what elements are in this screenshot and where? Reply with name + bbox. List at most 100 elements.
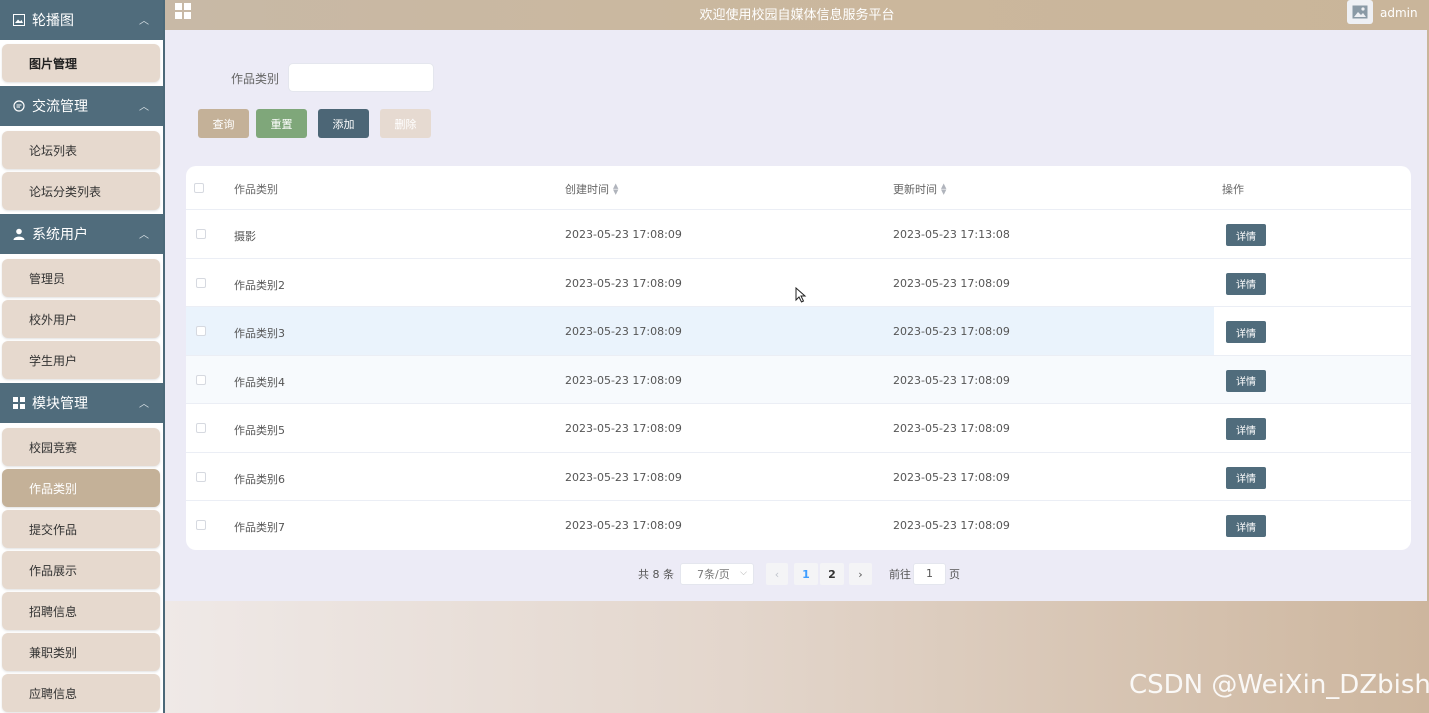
cell-category: 摄影	[234, 230, 256, 243]
add-button[interactable]: 添加	[318, 109, 369, 138]
cell-updated: 2023-05-23 17:08:09	[893, 422, 1010, 435]
menu-item-label: 论坛列表	[29, 143, 78, 158]
cell-category: 作品类别2	[234, 278, 285, 292]
menu-item-label: 管理员	[29, 271, 66, 286]
detail-button[interactable]: 详情	[1226, 272, 1266, 295]
detail-button[interactable]: 详情	[1226, 369, 1266, 392]
chevron-up-icon: ︿	[139, 230, 149, 241]
cell-category: 作品类别3	[234, 327, 285, 340]
menu-item-label: 招聘信息	[29, 604, 78, 619]
menu-item-external-users[interactable]: 校外用户	[2, 300, 160, 338]
chevron-up-icon: ︿	[139, 16, 149, 27]
detail-button[interactable]: 详情	[1226, 418, 1266, 440]
menu-item-label: 学生用户	[29, 353, 78, 368]
username[interactable]: admin	[1380, 6, 1418, 20]
menu-item-campus-competition[interactable]: 校园竞赛	[2, 428, 160, 466]
delete-button[interactable]: 删除	[380, 109, 431, 138]
menu-item-admin[interactable]: 管理员	[2, 259, 160, 297]
menu-item-label: 校外用户	[29, 312, 78, 327]
page-1-button[interactable]: 1	[794, 563, 818, 585]
detail-button[interactable]: 详情	[1226, 224, 1266, 246]
column-header-category: 作品类别	[234, 181, 278, 197]
cell-created: 2023-05-23 17:08:09	[565, 422, 682, 435]
cell-created: 2023-05-23 17:08:09	[565, 325, 682, 338]
page-2-button[interactable]: 2	[820, 563, 844, 585]
query-button[interactable]: 查询	[198, 109, 249, 138]
page-size-select[interactable]: 7条/页 ⌵	[680, 563, 754, 585]
menu-item-part-time-category[interactable]: 兼职类别	[2, 633, 160, 671]
menu-group-label: 系统用户	[32, 227, 88, 243]
menu-item-application-info[interactable]: 应聘信息	[2, 674, 160, 712]
cell-created: 2023-05-23 17:08:09	[565, 228, 682, 241]
column-header-label: 更新时间	[893, 183, 937, 196]
cell-category: 作品类别4	[234, 375, 285, 389]
goto-label: 前往	[889, 568, 911, 581]
menu-item-recruitment-info[interactable]: 招聘信息	[2, 592, 160, 630]
sort-icon[interactable]: ▲ ▼	[613, 183, 618, 196]
reset-button[interactable]: 重置	[256, 109, 307, 138]
chevron-up-icon: ︿	[139, 102, 149, 113]
cell-category: 作品类别7	[234, 521, 285, 534]
cell-updated: 2023-05-23 17:08:09	[893, 470, 1010, 484]
table-row[interactable]: 作品类别6 2023-05-23 17:08:09 2023-05-23 17:…	[186, 453, 1411, 501]
sort-icon[interactable]: ▲ ▼	[941, 183, 946, 196]
column-header-label: 操作	[1222, 183, 1244, 196]
row-checkbox[interactable]	[196, 374, 206, 385]
menu-group-carousel[interactable]: 轮播图 ︿	[0, 0, 163, 40]
menu-item-image-management[interactable]: 图片管理	[2, 44, 160, 82]
row-checkbox[interactable]	[196, 471, 206, 482]
menu-group-label: 轮播图	[32, 13, 74, 29]
prev-page-button[interactable]: ‹	[766, 563, 788, 585]
menu-item-label: 校园竞赛	[29, 440, 78, 455]
row-checkbox[interactable]	[196, 520, 206, 530]
menu-item-student-users[interactable]: 学生用户	[2, 341, 160, 379]
detail-button[interactable]: 详情	[1226, 466, 1266, 489]
column-header-label: 创建时间	[565, 183, 609, 196]
column-header-updated[interactable]: 更新时间 ▲ ▼	[893, 181, 946, 197]
menu-item-label: 图片管理	[29, 56, 78, 71]
cell-updated: 2023-05-23 17:13:08	[893, 228, 1010, 241]
detail-button[interactable]: 详情	[1226, 515, 1266, 537]
cell-category: 作品类别5	[234, 424, 285, 437]
pagination-total: 共 8 条	[638, 568, 674, 581]
watermark: CSDN @WeiXin_DZbishe	[1129, 670, 1429, 700]
menu-item-forum-list[interactable]: 论坛列表	[2, 131, 160, 169]
row-checkbox[interactable]	[196, 423, 206, 433]
menu-item-submit-work[interactable]: 提交作品	[2, 510, 160, 548]
detail-button[interactable]: 详情	[1226, 321, 1266, 343]
image-icon	[12, 13, 26, 27]
row-checkbox[interactable]	[196, 326, 206, 336]
menu-group-communication[interactable]: 交流管理 ︿	[0, 86, 163, 126]
menu-group-label: 模块管理	[32, 396, 88, 412]
menu-item-label: 提交作品	[29, 522, 78, 537]
table-row[interactable]: 作品类别5 2023-05-23 17:08:09 2023-05-23 17:…	[186, 404, 1411, 453]
next-page-button[interactable]: ›	[849, 563, 872, 585]
row-checkbox[interactable]	[196, 277, 206, 288]
menu-group-modules[interactable]: 模块管理 ︿	[0, 383, 163, 423]
cell-updated: 2023-05-23 17:08:09	[893, 276, 1010, 290]
cell-category: 作品类别6	[234, 472, 285, 486]
chevron-right-icon: ›	[858, 567, 863, 581]
cell-updated: 2023-05-23 17:08:09	[893, 325, 1010, 338]
cell-created: 2023-05-23 17:08:09	[565, 276, 682, 290]
table-row[interactable]: 作品类别3 2023-05-23 17:08:09 2023-05-23 17:…	[186, 307, 1411, 356]
top-header: 欢迎使用校园自媒体信息服务平台 admin	[165, 0, 1429, 30]
column-header-label: 作品类别	[234, 183, 278, 196]
chevron-down-icon: ⌵	[740, 568, 747, 578]
cell-created: 2023-05-23 17:08:09	[565, 470, 682, 484]
menu-item-forum-category-list[interactable]: 论坛分类列表	[2, 172, 160, 210]
column-header-created[interactable]: 创建时间 ▲ ▼	[565, 181, 618, 197]
avatar[interactable]	[1347, 0, 1373, 24]
table-header: 作品类别 创建时间 ▲ ▼ 更新时间 ▲ ▼ 操作	[186, 166, 1411, 210]
row-checkbox[interactable]	[196, 229, 206, 239]
menu-group-system-users[interactable]: 系统用户 ︿	[0, 214, 163, 254]
menu-item-work-category[interactable]: 作品类别	[2, 469, 160, 507]
work-category-search-input[interactable]	[288, 63, 434, 92]
table-row[interactable]: 作品类别4 2023-05-23 17:08:09 2023-05-23 17:…	[186, 355, 1411, 404]
table-row[interactable]: 摄影 2023-05-23 17:08:09 2023-05-23 17:13:…	[186, 210, 1411, 259]
goto-page-input[interactable]: 1	[913, 563, 946, 585]
select-all-checkbox[interactable]	[194, 183, 204, 193]
menu-item-work-showcase[interactable]: 作品展示	[2, 551, 160, 589]
cell-updated: 2023-05-23 17:08:09	[893, 519, 1010, 532]
table-row[interactable]: 作品类别7 2023-05-23 17:08:09 2023-05-23 17:…	[186, 501, 1411, 550]
